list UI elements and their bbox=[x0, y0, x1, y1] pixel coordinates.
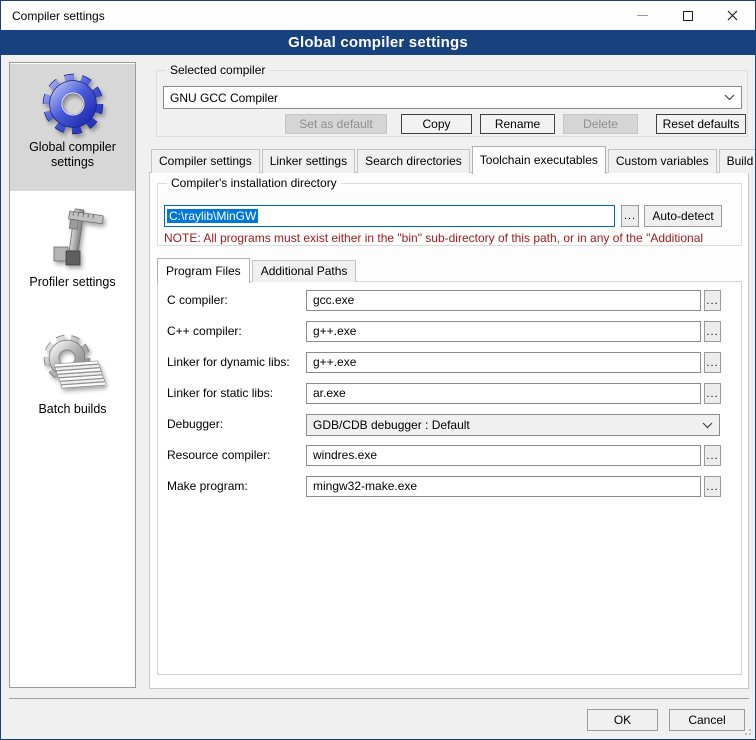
delete-button[interactable]: Delete bbox=[563, 114, 638, 134]
main-tabstrip: Compiler settings Linker settings Search… bbox=[151, 148, 756, 173]
debugger-select[interactable]: GDB/CDB debugger : Default bbox=[306, 414, 720, 436]
note-text: NOTE: All programs must exist either in … bbox=[164, 231, 741, 245]
cpp-compiler-input[interactable]: g++.exe bbox=[306, 321, 701, 342]
selected-compiler-group-label: Selected compiler bbox=[166, 63, 269, 77]
resource-compiler-browse-button[interactable]: ... bbox=[704, 445, 721, 466]
static-linker-browse-button[interactable]: ... bbox=[704, 383, 721, 404]
footer-divider bbox=[9, 698, 749, 699]
sidebar-item-label: Batch builds bbox=[10, 398, 135, 427]
dynamic-linker-value: g++.exe bbox=[313, 355, 356, 369]
sidebar-item-profiler-settings[interactable]: Profiler settings bbox=[10, 199, 135, 300]
make-program-label: Make program: bbox=[167, 479, 248, 493]
compiler-settings-dialog: Compiler settings Global compiler settin… bbox=[0, 0, 756, 740]
compiler-select[interactable]: GNU GCC Compiler bbox=[163, 86, 742, 109]
dynamic-linker-input[interactable]: g++.exe bbox=[306, 352, 701, 373]
resize-grip[interactable] bbox=[742, 726, 752, 736]
tab-custom-variables[interactable]: Custom variables bbox=[608, 149, 717, 173]
dialog-header: Global compiler settings bbox=[1, 30, 755, 55]
close-button[interactable] bbox=[710, 1, 755, 30]
sidebar: Global compiler settings bbox=[9, 62, 136, 688]
subtab-program-files[interactable]: Program Files bbox=[157, 258, 250, 283]
tab-search-directories[interactable]: Search directories bbox=[357, 149, 470, 173]
chevron-down-icon bbox=[702, 422, 713, 429]
blue-gear-icon bbox=[41, 72, 105, 136]
compiler-select-value: GNU GCC Compiler bbox=[170, 91, 278, 105]
dialog-body: Global compiler settings bbox=[1, 55, 755, 739]
tab-toolchain-executables[interactable]: Toolchain executables bbox=[472, 146, 606, 174]
debugger-value: GDB/CDB debugger : Default bbox=[313, 418, 470, 432]
sidebar-item-label: Global compiler settings bbox=[10, 136, 135, 180]
chevron-down-icon bbox=[724, 94, 735, 101]
installation-directory-input[interactable]: C:\raylib\MinGW bbox=[164, 205, 615, 227]
installation-directory-group-label: Compiler's installation directory bbox=[167, 176, 341, 190]
gray-gear-papers-icon bbox=[41, 334, 105, 398]
c-compiler-input[interactable]: gcc.exe bbox=[306, 290, 701, 311]
debugger-label: Debugger: bbox=[167, 417, 223, 431]
auto-detect-button[interactable]: Auto-detect bbox=[644, 205, 722, 227]
static-linker-value: ar.exe bbox=[313, 386, 346, 400]
copy-button[interactable]: Copy bbox=[401, 114, 472, 134]
caliper-icon bbox=[41, 207, 105, 271]
dialog-header-title: Global compiler settings bbox=[288, 34, 468, 51]
dynamic-linker-browse-button[interactable]: ... bbox=[704, 352, 721, 373]
static-linker-label: Linker for static libs: bbox=[167, 386, 273, 400]
dynamic-linker-label: Linker for dynamic libs: bbox=[167, 355, 290, 369]
installation-directory-browse-button[interactable]: ... bbox=[621, 205, 639, 227]
resource-compiler-input[interactable]: windres.exe bbox=[306, 445, 701, 466]
set-as-default-button[interactable]: Set as default bbox=[285, 114, 387, 134]
c-compiler-label: C compiler: bbox=[167, 293, 228, 307]
cpp-compiler-browse-button[interactable]: ... bbox=[704, 321, 721, 342]
static-linker-input[interactable]: ar.exe bbox=[306, 383, 701, 404]
cpp-compiler-label: C++ compiler: bbox=[167, 324, 242, 338]
subtab-additional-paths[interactable]: Additional Paths bbox=[252, 260, 357, 282]
resource-compiler-label: Resource compiler: bbox=[167, 448, 270, 462]
cancel-button[interactable]: Cancel bbox=[669, 709, 745, 731]
tab-compiler-settings[interactable]: Compiler settings bbox=[151, 149, 260, 173]
rename-button[interactable]: Rename bbox=[480, 114, 555, 134]
cpp-compiler-value: g++.exe bbox=[313, 324, 356, 338]
installation-directory-value: C:\raylib\MinGW bbox=[167, 209, 258, 223]
close-icon bbox=[727, 10, 738, 21]
maximize-icon bbox=[683, 11, 693, 21]
minimize-button[interactable] bbox=[620, 1, 665, 30]
tab-linker-settings[interactable]: Linker settings bbox=[262, 149, 355, 173]
titlebar: Compiler settings bbox=[1, 1, 755, 30]
resource-compiler-value: windres.exe bbox=[313, 448, 377, 462]
titlebar-buttons bbox=[620, 1, 755, 30]
sub-tabstrip: Program Files Additional Paths bbox=[157, 258, 358, 282]
make-program-browse-button[interactable]: ... bbox=[704, 476, 721, 497]
reset-defaults-button[interactable]: Reset defaults bbox=[656, 114, 746, 134]
c-compiler-browse-button[interactable]: ... bbox=[704, 290, 721, 311]
minimize-icon bbox=[637, 15, 648, 16]
window-title: Compiler settings bbox=[1, 9, 105, 23]
maximize-button[interactable] bbox=[665, 1, 710, 30]
sidebar-item-batch-builds[interactable]: Batch builds bbox=[10, 326, 135, 427]
make-program-input[interactable]: mingw32-make.exe bbox=[306, 476, 701, 497]
c-compiler-value: gcc.exe bbox=[313, 293, 354, 307]
sidebar-item-label: Profiler settings bbox=[10, 271, 135, 300]
make-program-value: mingw32-make.exe bbox=[313, 479, 417, 493]
ok-button[interactable]: OK bbox=[587, 709, 658, 731]
tab-build-options[interactable]: Build bbox=[719, 149, 756, 173]
sidebar-item-global-compiler-settings[interactable]: Global compiler settings bbox=[10, 64, 135, 191]
